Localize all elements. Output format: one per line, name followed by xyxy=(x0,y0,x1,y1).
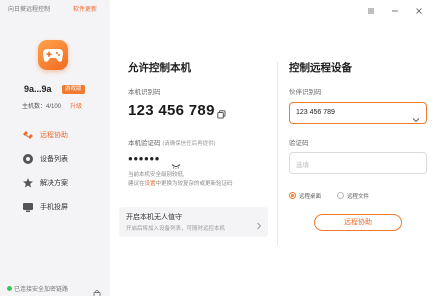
local-code-value: ●●●●●● xyxy=(128,154,160,163)
host-count: 主机数：4/100 xyxy=(22,104,62,110)
connection-status: 已连接安全加密链路 xyxy=(7,284,68,293)
sidebar-topbar: 向日葵远程控制 软件更新 xyxy=(0,0,110,16)
note-suffix: 中更换为较复杂的或更新验证码 xyxy=(155,181,233,187)
chevron-down-icon[interactable] xyxy=(412,110,420,128)
unattended-title: 开启本机无人值守 xyxy=(126,214,182,221)
allow-control-title: 允许控制本机 xyxy=(128,62,191,74)
verify-code-input[interactable]: 选填 xyxy=(289,152,427,174)
app-title: 向日葵远程控制 xyxy=(8,7,51,13)
radio-circle xyxy=(337,192,344,199)
verify-code-placeholder: 选填 xyxy=(296,162,309,169)
sidebar-item-device-list[interactable]: 设备列表 xyxy=(22,151,107,165)
gamepad-icon xyxy=(38,40,68,70)
local-code-hint: (请确保信任后再提供) xyxy=(162,141,216,147)
sidebar: 向日葵远程控制 软件更新 9a...9a 游戏版 主机数：4/100 升级 远程… xyxy=(0,0,110,296)
status-dot xyxy=(7,286,12,291)
connection-status-text: 已连接安全加密链路 xyxy=(14,287,69,293)
column-divider xyxy=(277,62,278,246)
partner-id-label: 伙伴识别码 xyxy=(289,89,322,96)
menu-icon[interactable] xyxy=(366,3,376,14)
minimize-icon[interactable] xyxy=(390,3,400,13)
local-code-label-text: 本机验证码 xyxy=(128,140,161,147)
close-icon[interactable] xyxy=(414,3,424,14)
radio-circle xyxy=(289,192,296,199)
upgrade-link[interactable]: 升级 xyxy=(70,101,82,110)
remote-assist-icon xyxy=(22,128,34,140)
unattended-card[interactable]: 开启本机无人值守 开启后将加入设备列表，可随时远控本机 xyxy=(119,207,268,237)
local-id-label: 本机识别码 xyxy=(128,89,161,96)
remote-assist-button[interactable]: 远程协助 xyxy=(314,214,402,231)
sidebar-item-solutions[interactable]: 解决方案 xyxy=(22,175,107,189)
partner-id-input[interactable]: 123 456 789 xyxy=(289,102,427,124)
device-list-icon xyxy=(22,152,34,164)
sidebar-item-phone-cast[interactable]: 手机投屏 xyxy=(22,199,107,213)
local-id-value: 123 456 789 xyxy=(128,102,215,119)
chevron-right-icon xyxy=(256,217,262,235)
copy-icon[interactable] xyxy=(217,106,226,124)
sidebar-item-label: 远程协助 xyxy=(40,132,68,139)
security-note: 当前本机安全级别较低, 建议在设置中更换为较复杂的或更新验证码 xyxy=(128,171,268,189)
solution-icon xyxy=(22,176,34,188)
verify-code-label: 验证码 xyxy=(289,140,309,147)
sidebar-item-label: 解决方案 xyxy=(40,180,68,187)
sidebar-item-label: 手机投屏 xyxy=(40,204,68,211)
partner-id-value: 123 456 789 xyxy=(296,109,335,116)
sidebar-item-label: 设备列表 xyxy=(40,156,68,163)
mode-label: 远程文件 xyxy=(347,194,370,200)
software-update-link[interactable]: 软件更新 xyxy=(73,4,97,13)
sidebar-item-remote-assist[interactable]: 远程协助 xyxy=(22,127,107,141)
remote-control-title: 控制远程设备 xyxy=(289,62,352,74)
lock-icon[interactable] xyxy=(93,284,101,296)
unattended-desc: 开启后将加入设备列表，可随时远控本机 xyxy=(126,226,226,232)
mode-label: 远程桌面 xyxy=(299,194,322,200)
settings-link[interactable]: 设置 xyxy=(145,181,156,187)
edition-badge: 游戏版 xyxy=(62,85,85,94)
security-note-line1: 当前本机安全级别较低, xyxy=(128,172,185,178)
note-prefix: 建议在 xyxy=(128,181,145,187)
security-note-line2: 建议在设置中更换为较复杂的或更新验证码 xyxy=(128,180,268,189)
phone-cast-icon xyxy=(22,200,34,212)
local-code-label: 本机验证码 (请确保信任后再提供) xyxy=(128,137,215,147)
device-name: 9a...9a xyxy=(24,84,52,94)
